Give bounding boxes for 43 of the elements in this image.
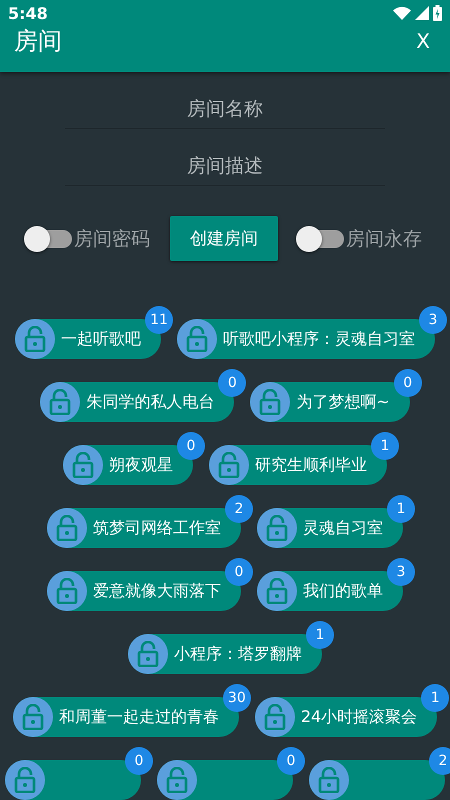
wifi-icon [393,6,411,20]
lock-icon [250,382,290,422]
input-field[interactable]: 房间名称 [65,90,385,129]
member-count-badge: 30 [222,684,251,712]
member-count-badge: 0 [218,369,246,397]
lock-icon [177,319,217,359]
lock-icon [254,697,295,737]
lock-icon [157,760,197,800]
lock-icon [47,571,87,611]
dialog-title: 房间 [14,26,62,57]
member-count-badge: 2 [225,495,253,523]
lock-icon [209,445,249,485]
member-count-badge: 0 [125,747,153,775]
member-count-badge: 0 [225,558,253,586]
signal-icon [415,6,429,20]
member-count-badge: 0 [394,369,422,397]
lock-icon [63,445,103,485]
member-count-badge: 1 [421,684,450,712]
toggle-label: 房间永存 [346,226,422,252]
battery-icon [433,5,442,21]
status-time: 5:48 [8,4,48,22]
toggle-label: 房间密码 [74,226,150,252]
member-count-badge: 3 [387,558,415,586]
member-count-badge: 11 [145,306,173,334]
member-count-badge: 1 [306,621,334,649]
member-count-badge: 2 [429,747,450,775]
lock-icon [15,319,55,359]
lock-icon [40,382,80,422]
lock-icon [47,508,87,548]
member-count-badge: 3 [419,306,447,334]
input-field[interactable]: 房间描述 [65,147,385,186]
lock-icon [12,697,53,737]
member-count-badge: 0 [177,432,205,460]
lock-icon [257,571,297,611]
lock-icon [128,634,168,674]
lock-icon [5,760,45,800]
member-count-badge: 0 [277,747,305,775]
create-room-button[interactable]: 创建房间 [170,216,278,261]
lock-icon [257,508,297,548]
close-button[interactable]: X [410,29,436,53]
lock-icon [309,760,349,800]
member-count-badge: 1 [387,495,415,523]
member-count-badge: 1 [371,432,399,460]
